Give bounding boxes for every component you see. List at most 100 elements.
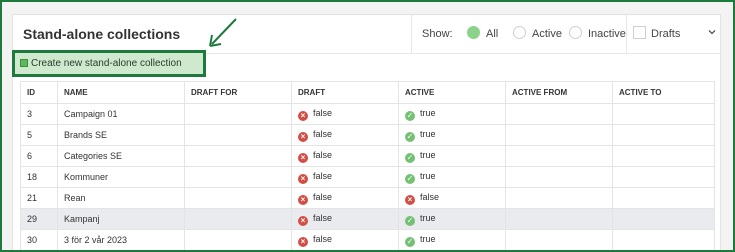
- cell-active: ✓ true: [398, 145, 506, 167]
- x-circle-icon: ×: [298, 215, 308, 226]
- table-row[interactable]: 6 Categories SE × false ✓ true: [20, 145, 715, 167]
- cell-active: ✓ true: [398, 103, 506, 125]
- cell-active-from: [505, 145, 613, 167]
- cell-name: Campaign 01: [57, 103, 185, 125]
- cell-active-to: [612, 166, 715, 188]
- drafts-label[interactable]: Drafts: [651, 28, 680, 40]
- cell-active: ✓ true: [398, 166, 506, 188]
- table-row[interactable]: 30 3 för 2 vår 2023 × false ✓ true: [20, 229, 715, 250]
- filter-inactive-radio[interactable]: [569, 26, 582, 39]
- check-circle-icon: ✓: [405, 110, 415, 121]
- column-header-active-to[interactable]: ACTIVE TO: [612, 81, 715, 104]
- filter-all-radio[interactable]: [467, 26, 480, 39]
- drafts-toggle[interactable]: Drafts: [626, 15, 723, 53]
- cell-draft-for: [184, 229, 292, 250]
- cell-draft-text: false: [313, 212, 333, 223]
- cell-active-text: true: [420, 128, 436, 139]
- x-circle-icon: ×: [298, 131, 308, 142]
- cell-name: Brands SE: [57, 124, 185, 146]
- cell-draft-for: [184, 208, 292, 230]
- cell-active-to: [612, 208, 715, 230]
- filter-active-label[interactable]: Active: [532, 28, 562, 40]
- cell-active-text: true: [420, 107, 436, 118]
- cell-draft: × false: [291, 103, 399, 125]
- x-circle-icon: ×: [405, 194, 415, 205]
- cell-draft: × false: [291, 166, 399, 188]
- plus-icon: [20, 59, 28, 67]
- column-header-active[interactable]: ACTIVE: [398, 81, 506, 104]
- highlight-frame: Stand-alone collections Show: All Active…: [0, 0, 735, 252]
- cell-active-to: [612, 229, 715, 250]
- column-header-id[interactable]: ID: [20, 81, 58, 104]
- cell-id: 6: [20, 145, 58, 167]
- check-circle-icon: ✓: [405, 131, 415, 142]
- cell-active-text: false: [420, 191, 440, 202]
- x-circle-icon: ×: [298, 152, 308, 163]
- filter-active-radio[interactable]: [513, 26, 526, 39]
- cell-active-from: [505, 229, 613, 250]
- cell-active: ✓ true: [398, 208, 506, 230]
- table-row[interactable]: 21 Rean × false × false: [20, 187, 715, 209]
- cell-draft: × false: [291, 229, 399, 250]
- cell-name: Categories SE: [57, 145, 185, 167]
- cell-draft-for: [184, 145, 292, 167]
- column-header-name[interactable]: NAME: [57, 81, 185, 104]
- cell-draft: × false: [291, 187, 399, 209]
- cell-draft-text: false: [313, 233, 333, 244]
- check-circle-icon: ✓: [405, 173, 415, 184]
- cell-draft-for: [184, 124, 292, 146]
- cell-active: ✓ true: [398, 124, 506, 146]
- filter-bar: Show: All Active Inactive Drafts: [411, 15, 722, 53]
- create-collection-button[interactable]: Create new stand-alone collection: [12, 50, 206, 77]
- cell-name: Rean: [57, 187, 185, 209]
- filter-all-label[interactable]: All: [486, 28, 498, 40]
- cell-draft: × false: [291, 124, 399, 146]
- x-circle-icon: ×: [298, 110, 308, 121]
- create-collection-label: Create new stand-alone collection: [31, 58, 182, 69]
- column-header-draft[interactable]: DRAFT: [291, 81, 399, 104]
- table-row[interactable]: 5 Brands SE × false ✓ true: [20, 124, 715, 146]
- cell-active-text: true: [420, 212, 436, 223]
- cell-id: 30: [20, 229, 58, 250]
- chevron-down-icon[interactable]: [707, 27, 717, 37]
- cell-draft-text: false: [313, 128, 333, 139]
- x-circle-icon: ×: [298, 173, 308, 184]
- cell-id: 29: [20, 208, 58, 230]
- cell-name: Kommuner: [57, 166, 185, 188]
- cell-active-from: [505, 166, 613, 188]
- cell-name: Kampanj: [57, 208, 185, 230]
- cell-draft-text: false: [313, 107, 333, 118]
- column-header-active-from[interactable]: ACTIVE FROM: [505, 81, 613, 104]
- cell-id: 5: [20, 124, 58, 146]
- cell-active-to: [612, 124, 715, 146]
- cell-active-from: [505, 124, 613, 146]
- cell-draft-text: false: [313, 149, 333, 160]
- table-row[interactable]: 3 Campaign 01 × false ✓ true: [20, 103, 715, 125]
- annotation-arrow-icon: [209, 18, 237, 47]
- column-header-draft-for[interactable]: DRAFT FOR: [184, 81, 292, 104]
- cell-active-to: [612, 103, 715, 125]
- cell-draft: × false: [291, 145, 399, 167]
- cell-active: ✓ true: [398, 229, 506, 250]
- check-circle-icon: ✓: [405, 215, 415, 226]
- filter-inactive-label[interactable]: Inactive: [588, 28, 626, 40]
- cell-draft-for: [184, 187, 292, 209]
- cell-id: 21: [20, 187, 58, 209]
- cell-active-from: [505, 103, 613, 125]
- cell-active-text: true: [420, 233, 436, 244]
- cell-id: 3: [20, 103, 58, 125]
- cell-draft-text: false: [313, 170, 333, 181]
- cell-active-from: [505, 187, 613, 209]
- table-row[interactable]: 18 Kommuner × false ✓ true: [20, 166, 715, 188]
- panel-header: Stand-alone collections Show: All Active…: [13, 15, 720, 54]
- cell-id: 18: [20, 166, 58, 188]
- cell-active-from: [505, 208, 613, 230]
- table-row[interactable]: 29 Kampanj × false ✓ true: [20, 208, 715, 230]
- cell-draft-for: [184, 166, 292, 188]
- drafts-checkbox[interactable]: [633, 26, 646, 39]
- cell-draft-text: false: [313, 191, 333, 202]
- cell-active-to: [612, 187, 715, 209]
- page-title: Stand-alone collections: [23, 26, 181, 42]
- cell-draft-for: [184, 103, 292, 125]
- x-circle-icon: ×: [298, 194, 308, 205]
